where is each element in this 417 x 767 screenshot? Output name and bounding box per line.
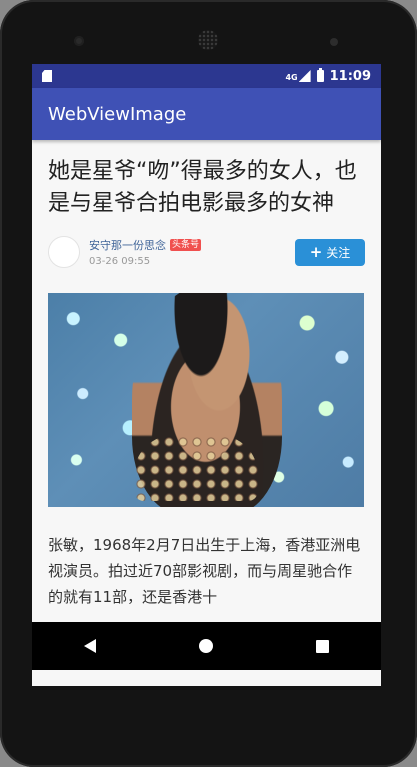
device-screen: 4G 11:09 WebViewImage 她是星爷“吻”得最多的女人，也是与星… [32,64,381,686]
dress-pattern [134,435,258,501]
article-webview[interactable]: 她是星爷“吻”得最多的女人，也是与星爷合拍电影最多的女神 安守那一份思念 头条号… [32,140,381,622]
plus-icon: + [309,243,323,261]
recent-apps-icon[interactable] [316,639,330,653]
follow-label: 关注 [326,245,351,260]
status-bar: 4G 11:09 [32,64,381,88]
author-info: 安守那一份思念 头条号 03-26 09:55 [89,237,295,267]
network-type-label: 4G [285,73,298,82]
speaker-grille-icon [198,30,218,50]
follow-button[interactable]: + 关注 [295,238,365,266]
status-right: 4G 11:09 [285,68,371,84]
back-icon[interactable] [83,639,96,653]
avatar[interactable] [48,236,80,268]
sd-card-icon [42,70,52,82]
article-title: 她是星爷“吻”得最多的女人，也是与星爷合拍电影最多的女神 [48,159,357,216]
navigation-bar [32,622,381,670]
status-time: 11:09 [329,68,371,84]
author-line: 安守那一份思念 头条号 [89,237,295,253]
signal-icon [298,70,311,82]
article-image[interactable] [48,293,364,507]
proximity-sensor-icon [330,38,338,46]
signal-indicator: 4G [285,70,311,82]
app-bar: WebViewImage [32,88,381,140]
status-left [42,70,52,82]
author-row: 安守那一份思念 头条号 03-26 09:55 + 关注 [48,236,365,268]
battery-icon [316,68,324,82]
app-title: WebViewImage [48,103,187,125]
author-badge: 头条号 [170,239,202,251]
author-name[interactable]: 安守那一份思念 [89,237,166,253]
home-icon[interactable] [198,639,213,653]
phone-frame: 4G 11:09 WebViewImage 她是星爷“吻”得最多的女人，也是与星… [0,0,417,767]
front-camera-icon [74,36,84,46]
article-body-text: 张敏，1968年2月7日出生于上海，香港亚洲电视演员。拍过近70部影视剧，而与周… [48,536,361,606]
phone-top-bezel [0,0,417,64]
post-time: 03-26 09:55 [89,256,151,267]
